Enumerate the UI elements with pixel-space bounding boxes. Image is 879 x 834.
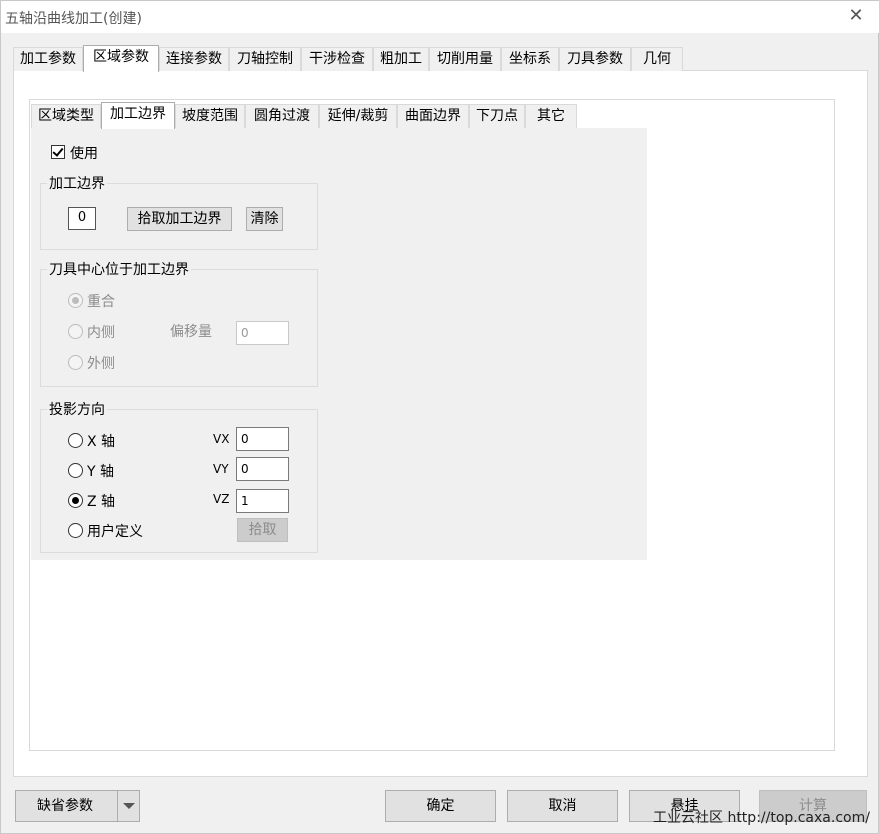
cancel-button[interactable]: 取消: [507, 790, 618, 822]
z-axis-radio[interactable]: [68, 493, 83, 508]
subtab-region-type[interactable]: 区域类型: [31, 104, 101, 128]
coincide-radio[interactable]: [68, 293, 83, 308]
inside-label: 内侧: [87, 325, 115, 341]
subtab-machining-boundary[interactable]: 加工边界: [101, 102, 175, 129]
machining-boundary-group-title: 加工边界: [47, 173, 107, 193]
tab-tool-params[interactable]: 刀具参数: [559, 47, 631, 71]
x-axis-label: X 轴: [87, 434, 116, 450]
title-bar: 五轴沿曲线加工(创建) ✕: [1, 1, 879, 33]
projection-direction-group-title: 投影方向: [47, 399, 107, 419]
pick-boundary-button[interactable]: 拾取加工边界: [127, 207, 232, 231]
subtab-plunge-point[interactable]: 下刀点: [469, 104, 525, 128]
tab-roughing[interactable]: 粗加工: [373, 47, 429, 71]
offset-input[interactable]: 0: [236, 321, 289, 345]
chevron-down-icon[interactable]: [117, 791, 139, 821]
subtab-slope-range[interactable]: 坡度范围: [175, 104, 245, 128]
subtab-fillet-transition[interactable]: 圆角过渡: [245, 104, 319, 128]
vx-input[interactable]: 0: [236, 427, 289, 451]
y-axis-radio[interactable]: [68, 463, 83, 478]
y-axis-label: Y 轴: [87, 464, 115, 480]
watermark-text: 工业云社区 http://top.caxa.com/: [653, 810, 870, 826]
dialog-window: 五轴沿曲线加工(创建) ✕ 加工参数 区域参数 连接参数 刀轴控制 干涉检查 粗…: [0, 0, 879, 834]
subtab-other[interactable]: 其它: [525, 104, 577, 128]
close-icon[interactable]: ✕: [846, 6, 866, 26]
tab-connection-params[interactable]: 连接参数: [159, 47, 229, 71]
vz-label: VZ: [213, 492, 230, 506]
tool-center-group-title: 刀具中心位于加工边界: [47, 259, 191, 279]
subtab-surface-boundary[interactable]: 曲面边界: [397, 104, 469, 128]
tab-region-params[interactable]: 区域参数: [83, 45, 159, 72]
vy-input[interactable]: 0: [236, 457, 289, 481]
offset-label: 偏移量: [170, 324, 212, 340]
tab-cutting-amount[interactable]: 切削用量: [429, 47, 501, 71]
coincide-label: 重合: [87, 294, 115, 310]
outside-radio[interactable]: [68, 355, 83, 370]
tab-machining-params[interactable]: 加工参数: [13, 47, 83, 71]
user-defined-label: 用户定义: [87, 524, 143, 540]
default-params-button[interactable]: 缺省参数: [15, 790, 140, 822]
tab-interference-check[interactable]: 干涉检查: [301, 47, 373, 71]
ok-button[interactable]: 确定: [385, 790, 496, 822]
x-axis-radio[interactable]: [68, 433, 83, 448]
pick-direction-button[interactable]: 拾取: [237, 518, 288, 542]
tab-tool-axis-control[interactable]: 刀轴控制: [229, 47, 301, 71]
use-checkbox[interactable]: [51, 145, 65, 159]
window-title: 五轴沿曲线加工(创建): [5, 11, 142, 27]
use-checkbox-label: 使用: [70, 146, 98, 162]
default-params-label: 缺省参数: [37, 798, 93, 814]
tab-coordinate-system[interactable]: 坐标系: [501, 47, 559, 71]
vz-input[interactable]: 1: [236, 489, 289, 513]
user-defined-radio[interactable]: [68, 523, 83, 538]
vy-label: VY: [213, 462, 229, 476]
z-axis-label: Z 轴: [87, 494, 116, 510]
subtab-extend-trim[interactable]: 延伸/裁剪: [319, 104, 397, 128]
tab-geometry[interactable]: 几何: [631, 47, 683, 71]
vx-label: VX: [213, 432, 230, 446]
boundary-count: 0: [68, 207, 96, 230]
outside-label: 外侧: [87, 356, 115, 372]
inside-radio[interactable]: [68, 324, 83, 339]
clear-boundary-button[interactable]: 清除: [246, 207, 283, 231]
